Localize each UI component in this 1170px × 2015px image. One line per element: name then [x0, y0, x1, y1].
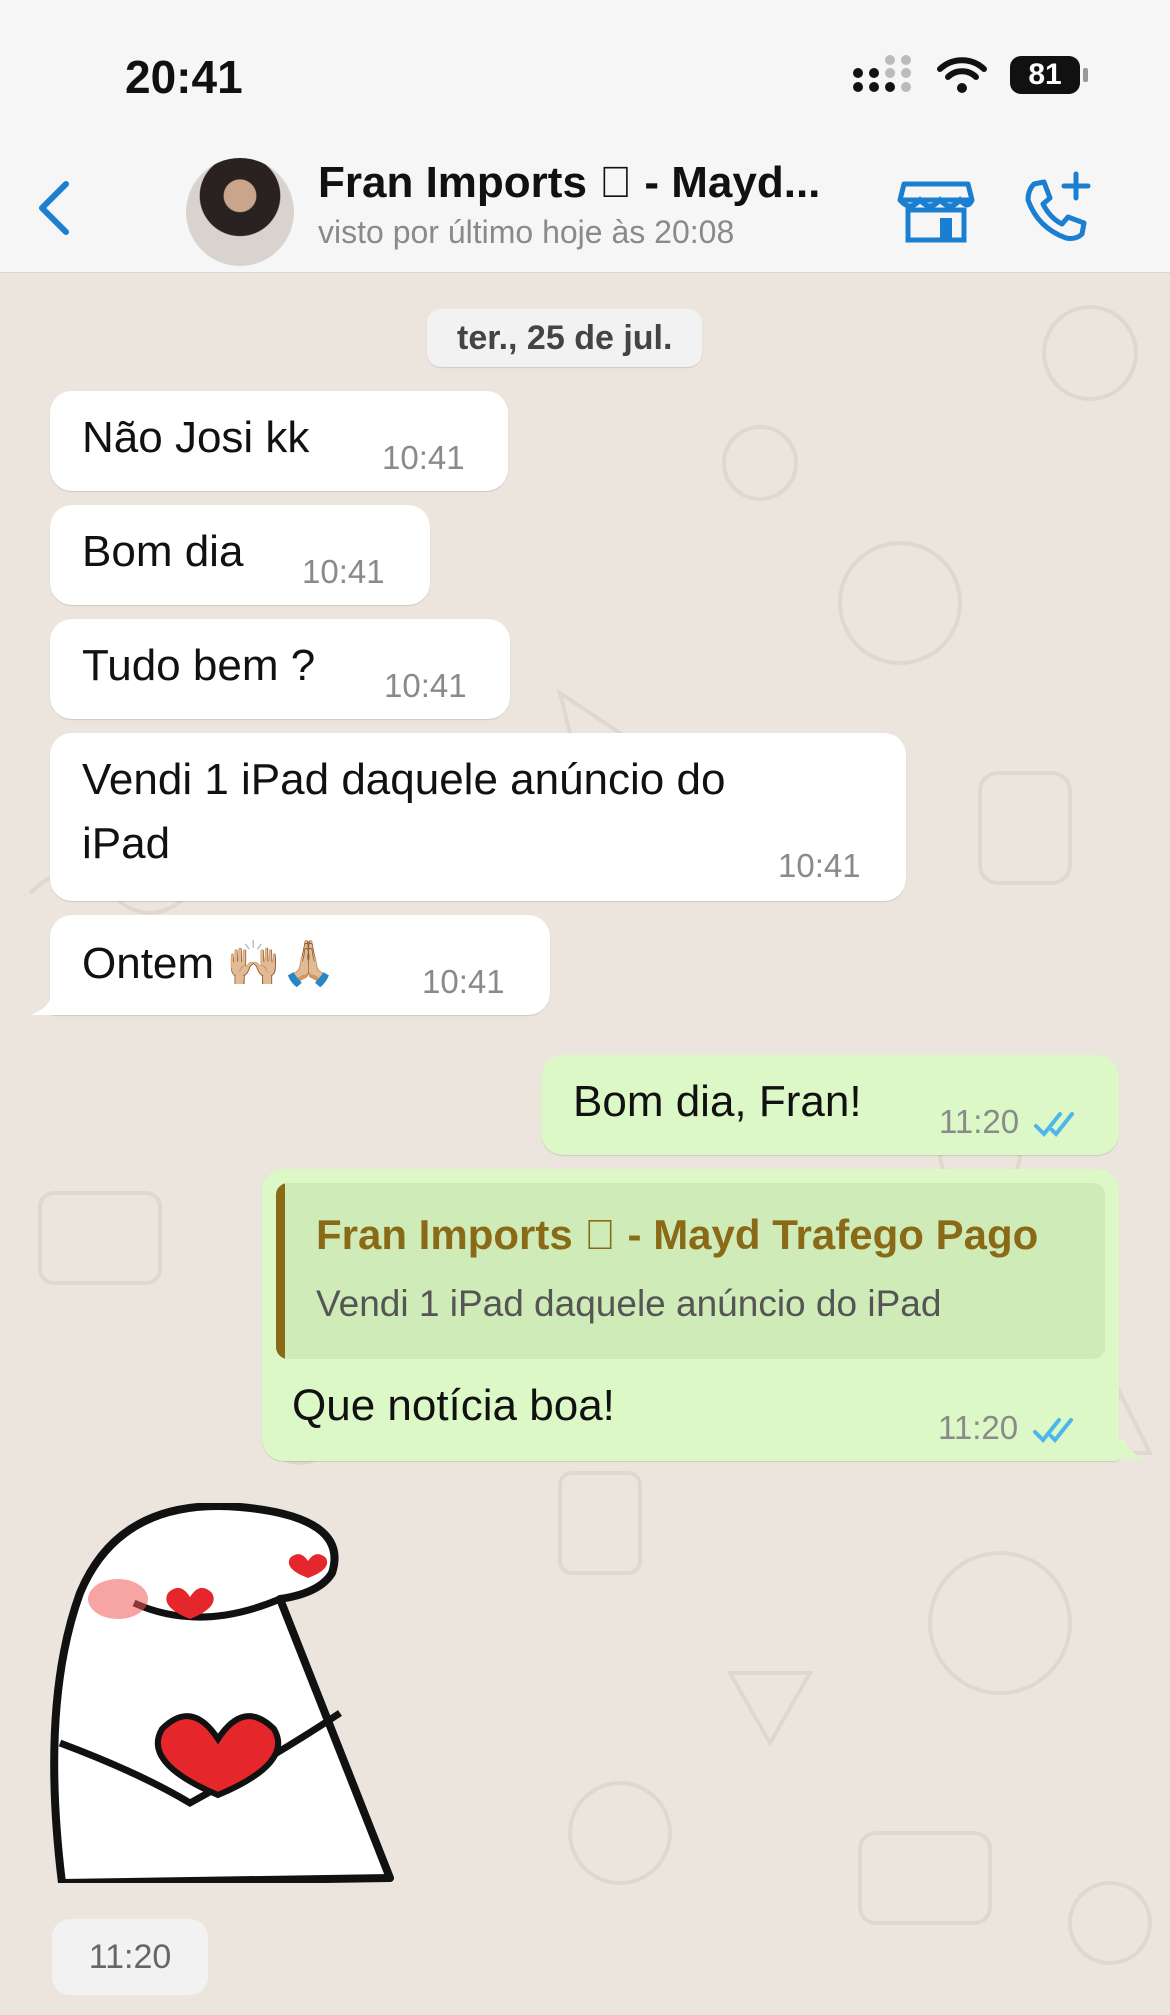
message-time: 11:20	[939, 1103, 1082, 1141]
flork-heart-sticker[interactable]	[40, 1503, 450, 1883]
quoted-message[interactable]: Fran Imports  - Mayd Trafego Pago Vendi…	[276, 1183, 1105, 1359]
message-time: 11:20	[938, 1409, 1081, 1447]
message-text: Bom dia	[82, 527, 244, 576]
wifi-icon	[937, 57, 987, 93]
message-time: 10:41	[382, 439, 465, 476]
message-text: Bom dia, Fran!	[573, 1077, 862, 1126]
quote-accent-bar	[276, 1183, 285, 1359]
message-time-text: 11:20	[938, 1409, 1019, 1446]
cellular-signal-icon	[853, 55, 911, 92]
chat-title[interactable]: Fran Imports  - Mayd...	[318, 158, 878, 208]
message-time: 10:41	[302, 553, 385, 590]
outgoing-message[interactable]: Bom dia, Fran! 11:20	[541, 1055, 1119, 1155]
chat-header: Fran Imports  - Mayd... visto por últim…	[0, 150, 1170, 273]
read-receipt-icon	[1034, 1112, 1075, 1138]
incoming-message[interactable]: Ontem 🙌🏼🙏🏼 10:41	[50, 915, 550, 1015]
incoming-message[interactable]: Tudo bem ? 10:41	[50, 619, 510, 719]
last-seen-status[interactable]: visto por último hoje às 20:08	[318, 214, 734, 251]
incoming-message[interactable]: Não Josi kk 10:41	[50, 391, 508, 491]
incoming-message[interactable]: Vendi 1 iPad daquele anúncio do iPad 10:…	[50, 733, 906, 901]
incoming-message[interactable]: Bom dia 10:41	[50, 505, 430, 605]
contact-avatar[interactable]	[186, 158, 294, 266]
bubble-tail-incoming	[30, 995, 60, 1015]
message-text-line1: Vendi 1 iPad daquele anúncio do	[82, 755, 726, 804]
message-time-text: 11:20	[939, 1103, 1020, 1140]
message-text: Não Josi kk	[82, 413, 310, 462]
sticker-time: 11:20	[52, 1919, 208, 1995]
battery-icon: 81	[1010, 56, 1088, 94]
message-text: Que notícia boa!	[292, 1381, 615, 1430]
chat-area[interactable]: ter., 25 de jul. Não Josi kk 10:41 Bom d…	[0, 273, 1170, 2015]
outgoing-reply-message[interactable]: Fran Imports  - Mayd Trafego Pago Vendi…	[262, 1169, 1119, 1461]
catalog-store-button[interactable]	[896, 170, 976, 250]
date-separator: ter., 25 de jul.	[427, 309, 703, 367]
message-time: 10:41	[778, 847, 861, 884]
status-time: 20:41	[125, 51, 243, 103]
message-text: Ontem 🙌🏼🙏🏼	[82, 939, 336, 988]
quoted-sender-name: Fran Imports  - Mayd Trafego Pago	[316, 1211, 1038, 1258]
quoted-message-text: Vendi 1 iPad daquele anúncio do iPad	[316, 1283, 942, 1324]
back-button[interactable]	[20, 172, 90, 242]
read-receipt-icon	[1033, 1418, 1074, 1444]
status-icons: 81	[852, 55, 1088, 95]
bubble-tail-outgoing	[1116, 1439, 1146, 1459]
status-bar: 20:41 81	[0, 0, 1170, 150]
message-text-line2: iPad	[82, 819, 171, 868]
message-text: Tudo bem ?	[82, 641, 316, 690]
message-time: 10:41	[422, 963, 505, 1000]
add-call-button[interactable]	[1016, 168, 1096, 248]
message-time: 10:41	[384, 667, 467, 704]
